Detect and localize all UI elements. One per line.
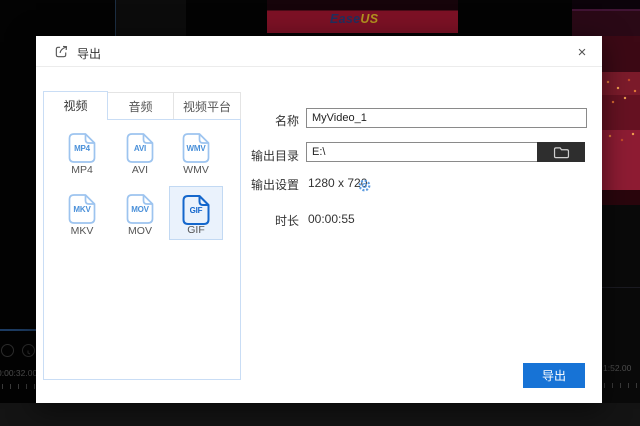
dialog-title: 导出 bbox=[77, 45, 101, 62]
tab-audio[interactable]: 音频 bbox=[108, 92, 173, 119]
format-mp4[interactable]: MP4 MP4 bbox=[55, 125, 109, 179]
output-dir-input[interactable] bbox=[306, 142, 538, 162]
name-input[interactable] bbox=[306, 108, 587, 128]
format-label: MKV bbox=[55, 225, 109, 237]
clock-icon bbox=[22, 344, 35, 357]
bg-timeline-blue-line bbox=[0, 329, 36, 331]
format-mkv[interactable]: MKV MKV bbox=[55, 186, 109, 240]
tab-video[interactable]: 视频 bbox=[43, 91, 108, 120]
format-label: AVI bbox=[113, 164, 167, 176]
format-code: MP4 bbox=[67, 144, 97, 153]
format-avi[interactable]: AVI AVI bbox=[113, 125, 167, 179]
format-code: MOV bbox=[125, 205, 155, 214]
bg-topbar-panel bbox=[116, 0, 186, 36]
file-icon: GIF bbox=[181, 194, 211, 226]
video-preview: EaseUS bbox=[267, 0, 458, 33]
bg-timeline-track-line bbox=[602, 287, 640, 288]
file-icon: MKV bbox=[67, 193, 97, 225]
timeline-left-timestamp: 0:00:32.00 bbox=[0, 368, 37, 378]
format-code: GIF bbox=[181, 206, 211, 215]
easeus-watermark-part2: US bbox=[360, 12, 378, 26]
timeline-tool-icon bbox=[1, 344, 14, 357]
file-icon: AVI bbox=[125, 132, 155, 164]
timeline-left-ticks bbox=[2, 384, 36, 389]
app-window: EaseUS 0:00:32.00 1:52.00 导出 × 视频 音频 视频平… bbox=[0, 0, 640, 426]
duration-value: 00:00:55 bbox=[308, 212, 355, 226]
easeus-watermark: EaseUS bbox=[330, 12, 378, 26]
format-mov[interactable]: MOV MOV bbox=[113, 186, 167, 240]
file-icon: MP4 bbox=[67, 132, 97, 164]
output-dir-label: 输出目录 bbox=[209, 147, 299, 164]
name-label: 名称 bbox=[209, 112, 299, 129]
format-label: MOV bbox=[113, 225, 167, 237]
bg-top-right-clip bbox=[572, 0, 640, 36]
gear-icon[interactable] bbox=[357, 178, 372, 193]
dialog-header: 导出 × bbox=[36, 36, 602, 67]
folder-icon bbox=[553, 146, 570, 159]
format-code: AVI bbox=[125, 144, 155, 153]
format-label: WMV bbox=[169, 164, 223, 176]
bg-bottom-strip bbox=[0, 403, 640, 426]
format-code: MKV bbox=[67, 205, 97, 214]
output-settings-label: 输出设置 bbox=[209, 176, 299, 193]
export-button[interactable]: 导出 bbox=[523, 363, 585, 388]
file-icon: MOV bbox=[125, 193, 155, 225]
file-icon: WMV bbox=[181, 132, 211, 164]
duration-label: 时长 bbox=[209, 212, 299, 229]
format-label: MP4 bbox=[55, 164, 109, 176]
easeus-watermark-part1: Ease bbox=[330, 12, 360, 26]
format-code: WMV bbox=[181, 144, 211, 153]
export-dialog: 导出 × 视频 音频 视频平台 MP4 MP4 AVI AVI WMV bbox=[36, 36, 602, 403]
browse-folder-button[interactable] bbox=[537, 142, 585, 162]
export-icon bbox=[54, 44, 69, 59]
close-icon[interactable]: × bbox=[573, 44, 591, 62]
timeline-right-timestamp: 1:52.00 bbox=[603, 363, 631, 373]
timeline-right-ticks bbox=[604, 383, 638, 388]
